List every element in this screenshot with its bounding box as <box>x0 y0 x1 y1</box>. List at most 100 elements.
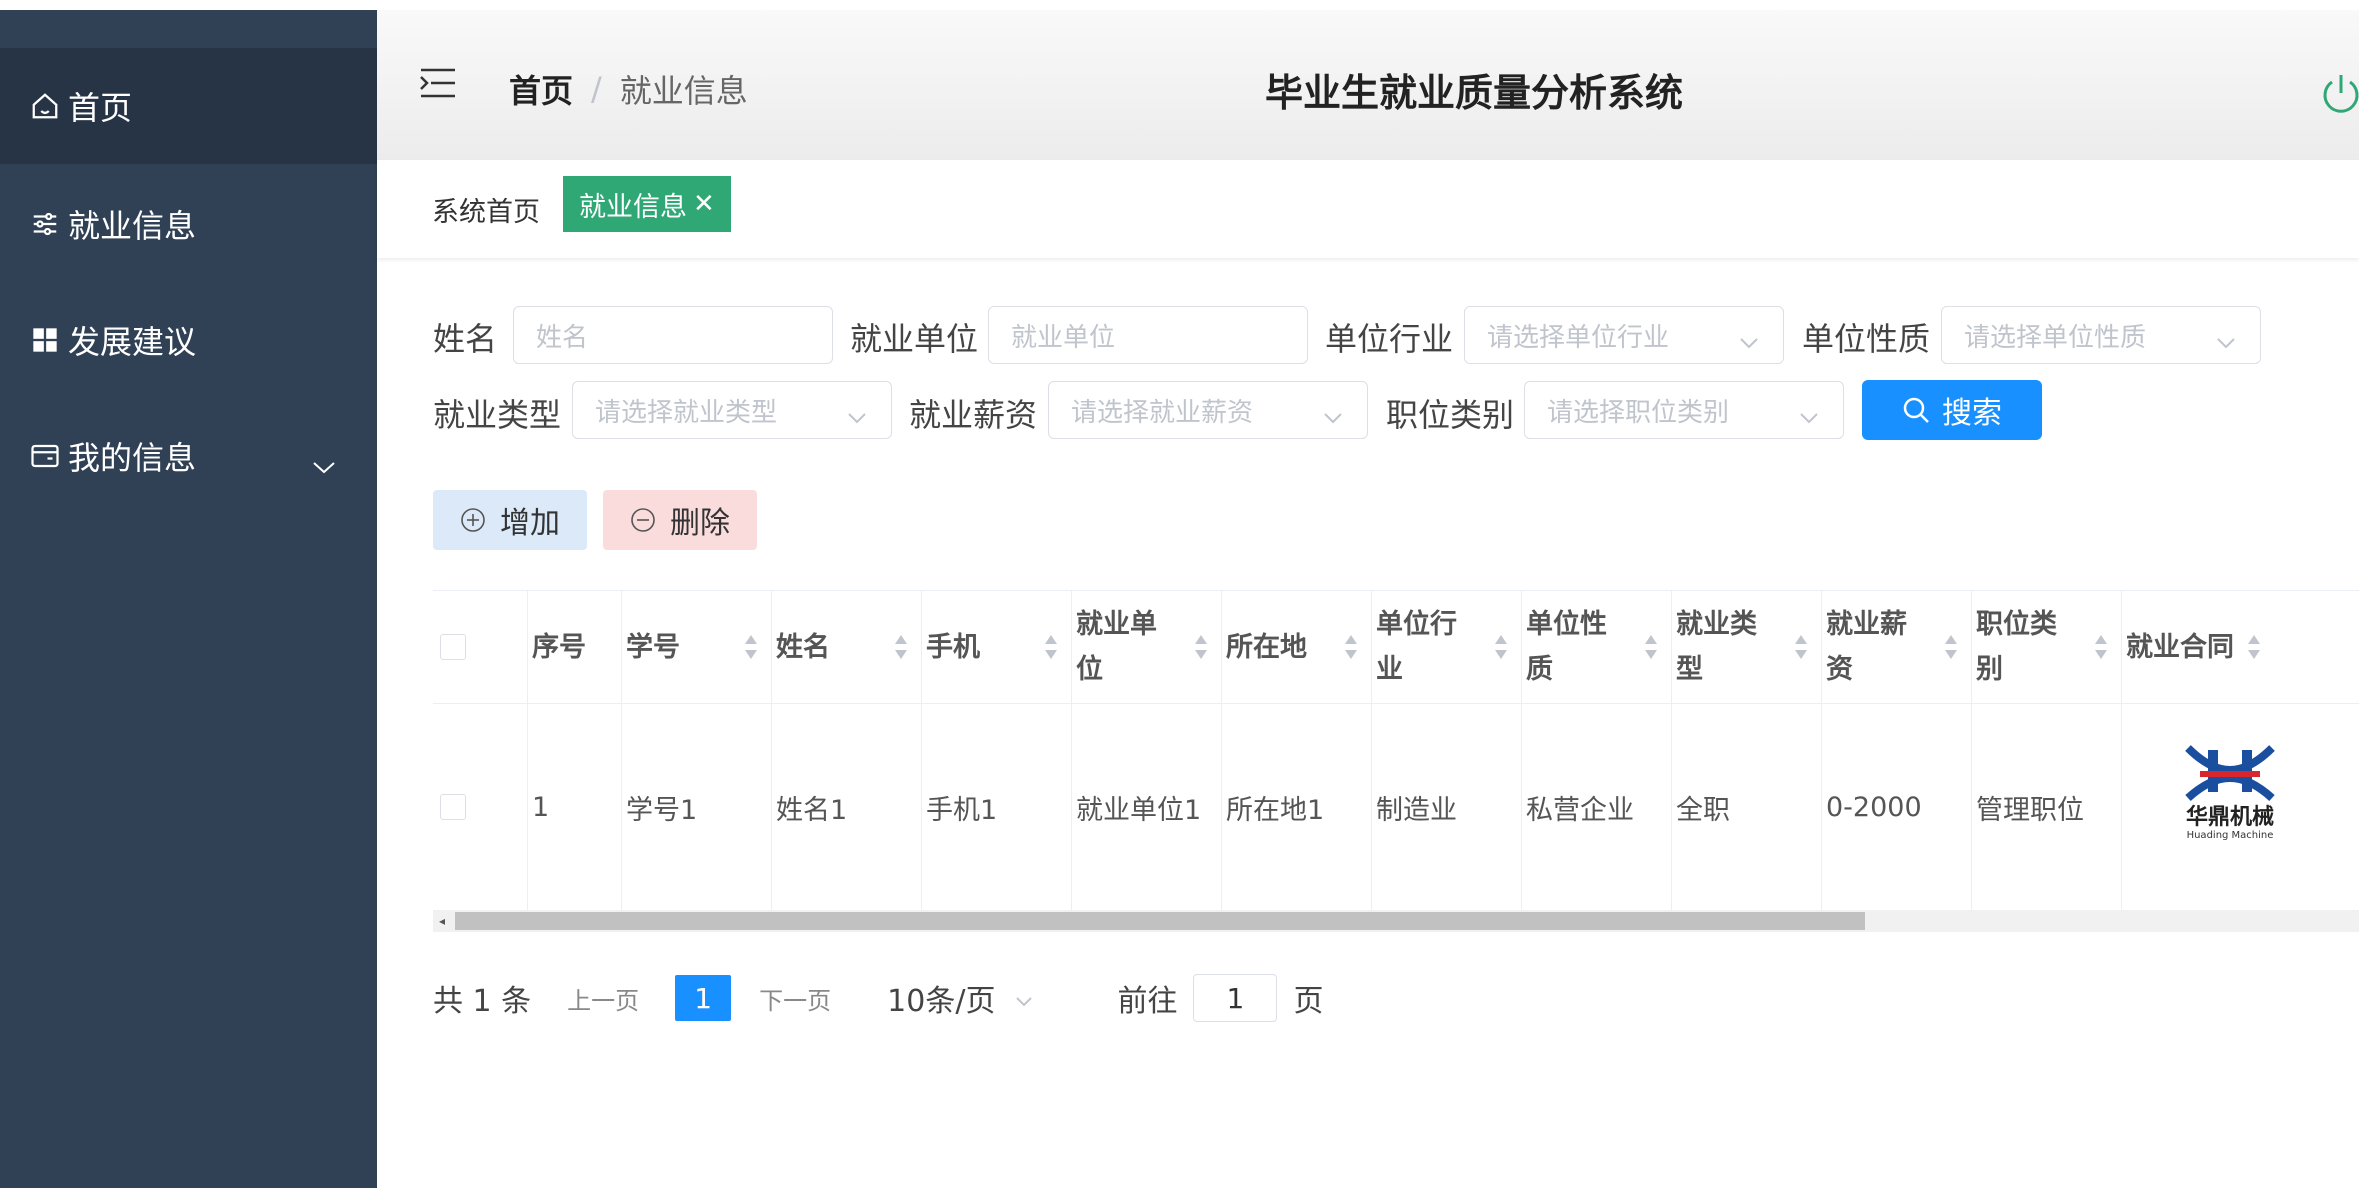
add-button[interactable]: 增加 <box>433 490 587 550</box>
sort-icon[interactable] <box>743 633 759 661</box>
salary-select[interactable]: 请选择就业薪资 <box>1048 381 1368 439</box>
table-cell: 0-2000 <box>1822 703 1972 911</box>
sidebar-item-employment[interactable]: 就业信息 <box>0 166 377 282</box>
sidebar-item-my-info[interactable]: 我的信息 <box>0 398 377 514</box>
select-all-checkbox[interactable] <box>440 634 466 660</box>
breadcrumb-separator: / <box>591 70 602 108</box>
header-cell[interactable]: 手机 <box>922 591 1072 703</box>
type-placeholder: 请选择就业类型 <box>595 397 778 428</box>
header-cell[interactable]: 就业类型 <box>1672 591 1822 703</box>
header-cell[interactable]: 就业合同 <box>2122 591 2359 703</box>
header-cell[interactable]: 所在地 <box>1222 591 1372 703</box>
menu-toggle-icon[interactable] <box>419 64 457 102</box>
chevron-down-icon <box>847 402 867 432</box>
power-icon[interactable] <box>2319 72 2359 116</box>
tag-system-home[interactable]: 系统首页 <box>432 190 540 229</box>
table-cell: 私营企业 <box>1522 703 1672 911</box>
sort-icon[interactable] <box>2246 633 2262 661</box>
tag-label: 就业信息 <box>579 191 687 223</box>
header-label: 就业类型 <box>1676 609 1757 685</box>
header-cell[interactable]: 职位类别 <box>1972 591 2122 703</box>
scrollbar-thumb[interactable] <box>455 912 1865 930</box>
wallet-icon <box>28 439 62 473</box>
type-select[interactable]: 请选择就业类型 <box>572 381 892 439</box>
sort-icon[interactable] <box>1793 633 1809 661</box>
pagination-total: 共 1 条 <box>433 984 532 1019</box>
sort-icon[interactable] <box>2093 633 2109 661</box>
header-cell[interactable]: 单位性质 <box>1522 591 1672 703</box>
sort-icon[interactable] <box>1643 633 1659 661</box>
company-input[interactable]: 就业单位 <box>988 306 1308 364</box>
chevron-down-icon <box>311 446 337 484</box>
nature-select[interactable]: 请选择单位性质 <box>1941 306 2261 364</box>
table-cell: 全职 <box>1672 703 1822 911</box>
header-label: 单位行业 <box>1376 609 1457 685</box>
prev-page-button[interactable]: 上一页 <box>567 981 639 1016</box>
page-size-value: 10条/页 <box>887 984 996 1019</box>
add-button-label: 增加 <box>500 506 560 541</box>
header-label: 所在地 <box>1226 631 1307 663</box>
header-label: 姓名 <box>776 631 830 663</box>
nature-label: 单位性质 <box>1802 320 1931 358</box>
row-select <box>433 703 528 911</box>
scroll-left-icon[interactable]: ◂ <box>439 914 445 928</box>
page-size-select[interactable]: 10条/页 <box>887 976 1033 1020</box>
search-button-label: 搜索 <box>1942 396 2002 431</box>
header-cell[interactable]: 单位行业 <box>1372 591 1522 703</box>
header-cell[interactable]: 就业单位 <box>1072 591 1222 703</box>
header-cell[interactable]: 姓名 <box>772 591 922 703</box>
pagination: 共 1 条 上一页 1 下一页 10条/页 前往 1 页 <box>433 968 1323 1028</box>
horizontal-scrollbar[interactable]: ◂ <box>433 910 2359 932</box>
header-cell: 序号 <box>528 591 622 703</box>
main-area: 首页 / 就业信息 毕业生就业质量分析系统 系统首页 就业信息 ✕ 姓名 姓名 … <box>377 0 2359 1188</box>
close-icon[interactable]: ✕ <box>693 189 715 219</box>
header-label: 就业合同 <box>2126 631 2234 663</box>
header-label: 手机 <box>926 631 980 663</box>
breadcrumb-home[interactable]: 首页 <box>509 66 573 112</box>
sidebar-item-label: 首页 <box>68 89 133 127</box>
header-cell[interactable]: 学号 <box>622 591 772 703</box>
name-input[interactable]: 姓名 <box>513 306 833 364</box>
logo-text: 华鼎机械 <box>2186 804 2274 830</box>
sort-icon[interactable] <box>1193 633 1209 661</box>
app-title: 毕业生就业质量分析系统 <box>1265 71 1684 115</box>
sort-icon[interactable] <box>893 633 909 661</box>
goto-page-input[interactable]: 1 <box>1193 974 1278 1022</box>
table-cell: 制造业 <box>1372 703 1522 911</box>
sidebar-item-label: 我的信息 <box>68 439 197 477</box>
table-cell: 所在地1 <box>1222 703 1372 911</box>
position-placeholder: 请选择职位类别 <box>1547 397 1730 428</box>
sidebar-item-suggestions[interactable]: 发展建议 <box>0 282 377 398</box>
header-select-all <box>433 591 528 703</box>
delete-button-label: 删除 <box>670 506 730 541</box>
minus-circle-icon <box>630 507 656 533</box>
sort-icon[interactable] <box>1493 633 1509 661</box>
current-page-button[interactable]: 1 <box>675 975 732 1021</box>
table-cell: 管理职位 <box>1972 703 2122 911</box>
header-label: 职位类别 <box>1976 609 2057 685</box>
position-select[interactable]: 请选择职位类别 <box>1524 381 1844 439</box>
salary-label: 就业薪资 <box>909 396 1038 434</box>
sidebar-item-label: 发展建议 <box>68 323 197 361</box>
company-placeholder: 就业单位 <box>1011 322 1116 353</box>
sidebar-item-home[interactable]: 首页 <box>0 48 377 164</box>
table-header: 序号 学号 姓名 手机 就业单位 所在地 单位行业 单位性质 就业类型 就业薪资… <box>433 591 2359 704</box>
sort-icon[interactable] <box>1043 633 1059 661</box>
search-button[interactable]: 搜索 <box>1862 380 2042 440</box>
table-row[interactable]: 1 学号1 姓名1 手机1 就业单位1 所在地1 制造业 私营企业 全职 0-2… <box>433 703 2359 911</box>
table-cell: 就业单位1 <box>1072 703 1222 911</box>
sort-icon[interactable] <box>1343 633 1359 661</box>
header-cell[interactable]: 就业薪资 <box>1822 591 1972 703</box>
sidebar-top-strip <box>0 0 377 10</box>
table-cell: 学号1 <box>622 703 772 911</box>
row-checkbox[interactable] <box>440 794 466 820</box>
goto-suffix: 页 <box>1293 984 1324 1019</box>
grid-icon <box>28 323 62 357</box>
sort-icon[interactable] <box>1943 633 1959 661</box>
next-page-button[interactable]: 下一页 <box>759 981 831 1016</box>
chevron-down-icon <box>1015 981 1033 1016</box>
delete-button[interactable]: 删除 <box>603 490 757 550</box>
tag-employment-active[interactable]: 就业信息 ✕ <box>563 176 731 232</box>
contract-logo-image[interactable]: 华鼎机械 Huading Machine <box>2170 740 2290 850</box>
industry-select[interactable]: 请选择单位行业 <box>1464 306 1784 364</box>
